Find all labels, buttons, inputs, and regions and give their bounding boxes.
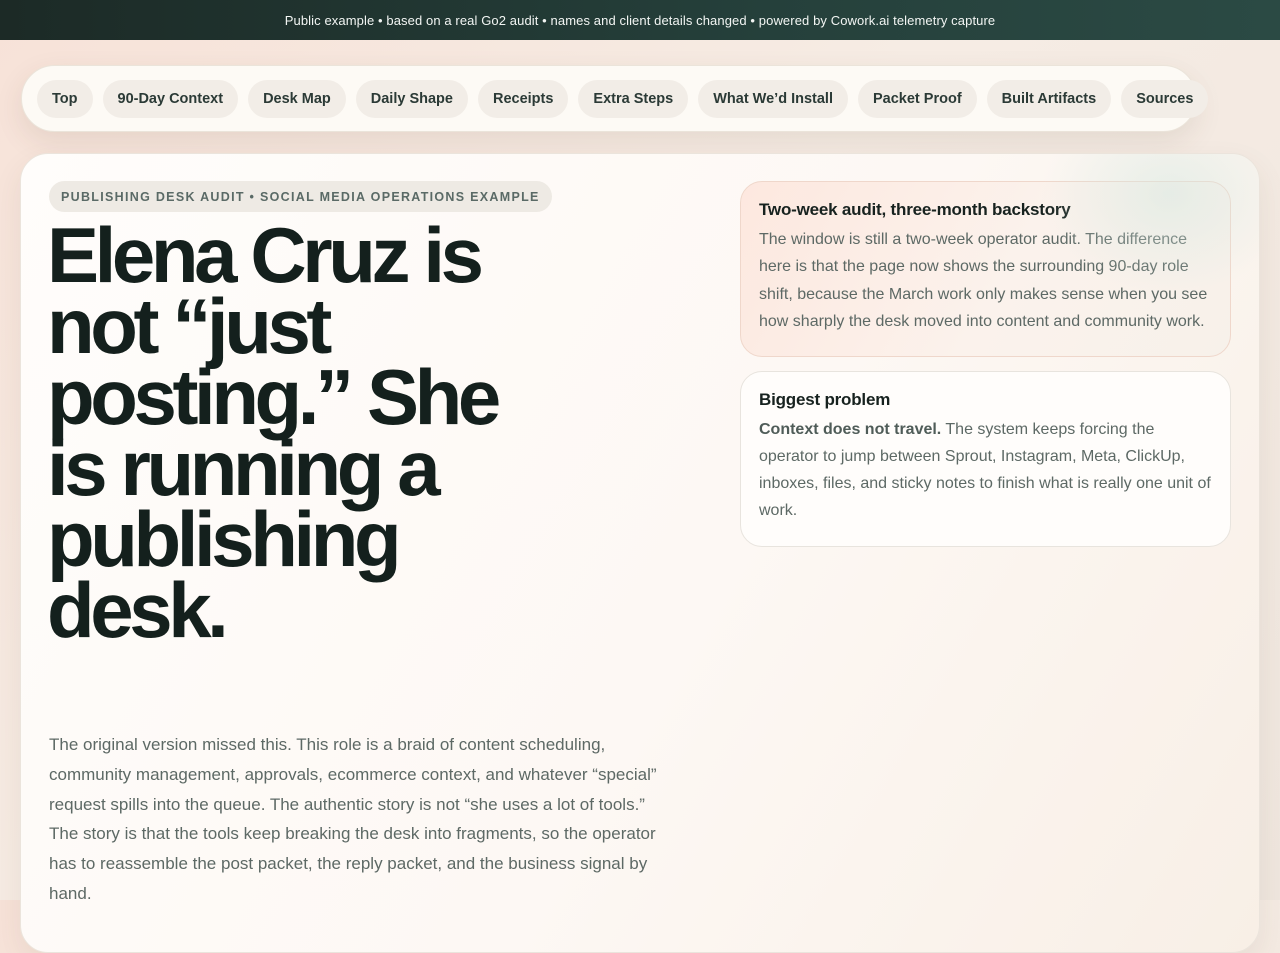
- eyebrow-badge: PUBLISHING DESK AUDIT • SOCIAL MEDIA OPE…: [49, 181, 552, 212]
- nav-daily-shape[interactable]: Daily Shape: [355, 79, 468, 118]
- problem-note: Biggest problem Context does not travel.…: [740, 371, 1231, 547]
- nav-desk-map[interactable]: Desk Map: [248, 79, 346, 118]
- section-nav: Top 90-Day Context Desk Map Daily Shape …: [21, 65, 1209, 132]
- banner-text: Public example • based on a real Go2 aud…: [284, 12, 996, 28]
- hero-lede: The original version missed this. This r…: [49, 735, 657, 903]
- top-banner: Public example • based on a real Go2 aud…: [0, 0, 1280, 40]
- page-title: Elena Cruz is not “just posting.” She is…: [47, 211, 501, 654]
- nav-90-day-context[interactable]: 90-Day Context: [102, 79, 239, 118]
- context-note-title: Two-week audit, three-month backstory: [759, 200, 1071, 219]
- nav-what-wed-install[interactable]: What We’d Install: [698, 79, 848, 118]
- nav-packet-proof[interactable]: Packet Proof: [858, 79, 977, 118]
- nav-built-artifacts[interactable]: Built Artifacts: [986, 79, 1112, 118]
- problem-note-title: Biggest problem: [759, 390, 891, 409]
- hero-card: PUBLISHING DESK AUDIT • SOCIAL MEDIA OPE…: [20, 153, 1260, 953]
- context-note: Two-week audit, three-month backstory Th…: [740, 181, 1231, 357]
- problem-note-lead: Context does not travel.: [759, 421, 942, 438]
- problem-note-body: Context does not travel. The system keep…: [759, 416, 1212, 524]
- context-note-body: The window is still a two-week operator …: [759, 231, 1208, 330]
- nav-sources[interactable]: Sources: [1121, 79, 1209, 118]
- nav-receipts[interactable]: Receipts: [477, 79, 569, 118]
- nav-extra-steps[interactable]: Extra Steps: [578, 79, 689, 118]
- nav-top[interactable]: Top: [37, 79, 93, 118]
